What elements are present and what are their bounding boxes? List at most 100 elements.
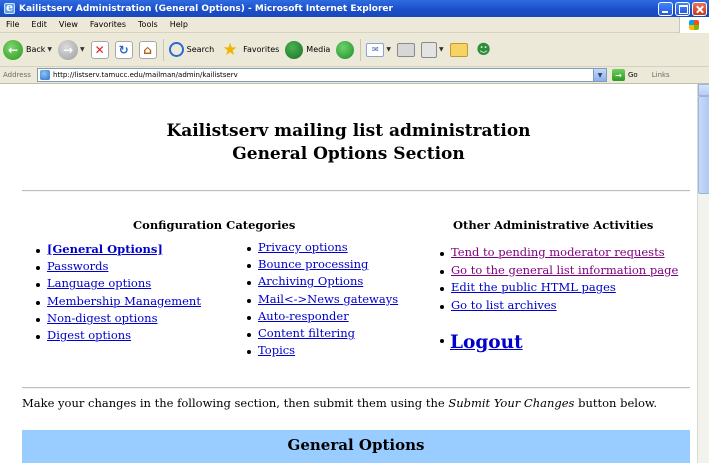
logout-link[interactable]: Logout <box>450 332 523 353</box>
stop-button[interactable]: ✕ <box>90 40 109 59</box>
link-auto-responder[interactable]: Auto-responder <box>258 309 349 323</box>
divider <box>22 190 690 192</box>
list-item: Go to list archives <box>437 297 678 315</box>
go-label: Go <box>628 71 638 79</box>
folder-button[interactable] <box>449 42 468 57</box>
address-input[interactable]: http://listserv.tamucc.edu/mailman/admin… <box>37 68 607 82</box>
menu-tools[interactable]: Tools <box>132 20 164 29</box>
list-item: Tend to pending moderator requests <box>437 244 678 262</box>
link-list-archives[interactable]: Go to list archives <box>451 298 557 312</box>
address-url[interactable]: http://listserv.tamucc.edu/mailman/admin… <box>53 71 593 79</box>
link-archiving-options[interactable]: Archiving Options <box>258 274 363 288</box>
standard-toolbar: ← Back ▼ → ▼ ✕ ↻ ⌂ Search ★ Favorites Me… <box>0 33 709 67</box>
list-item: Membership Management <box>33 293 201 310</box>
address-bar: Address http://listserv.tamucc.edu/mailm… <box>0 67 709 84</box>
refresh-button[interactable]: ↻ <box>114 40 133 59</box>
link-mail-news-gateways[interactable]: Mail<->News gateways <box>258 292 398 306</box>
list-item: Edit the public HTML pages <box>437 279 678 297</box>
menu-bar: File Edit View Favorites Tools Help <box>0 17 709 33</box>
messenger-button[interactable]: ☻ <box>474 40 494 60</box>
other-activities-list: Tend to pending moderator requests Go to… <box>437 244 678 314</box>
link-pending-moderator-requests[interactable]: Tend to pending moderator requests <box>451 245 665 259</box>
list-item: Digest options <box>33 327 201 344</box>
maximize-button[interactable] <box>675 1 690 16</box>
back-arrow-icon: ← <box>3 39 23 60</box>
page-icon <box>40 70 50 80</box>
config-categories-list-2: Privacy options Bounce processing Archiv… <box>244 239 398 359</box>
config-categories-list-1: [General Options] Passwords Language opt… <box>33 241 201 344</box>
link-content-filtering[interactable]: Content filtering <box>258 326 355 340</box>
menu-favorites[interactable]: Favorites <box>84 20 132 29</box>
address-dropdown-icon[interactable]: ▼ <box>593 69 606 81</box>
menu-view[interactable]: View <box>53 20 84 29</box>
go-arrow-icon: → <box>612 69 625 81</box>
links-button[interactable]: Links <box>652 71 670 79</box>
mail-icon: ✉ <box>366 42 385 57</box>
scroll-thumb[interactable] <box>698 96 709 194</box>
menu-help[interactable]: Help <box>164 20 194 29</box>
list-item: Content filtering <box>244 325 398 342</box>
mail-dropdown-icon[interactable]: ▼ <box>386 46 391 53</box>
toolbar-separator <box>360 38 362 61</box>
list-item: Bounce processing <box>244 256 398 273</box>
page-title-line1: Kailistserv mailing list administration <box>166 121 531 141</box>
vertical-scrollbar[interactable] <box>697 84 709 463</box>
edit-page-icon <box>420 41 437 58</box>
media-button[interactable]: Media <box>285 40 330 59</box>
internet-explorer-icon <box>4 1 15 14</box>
search-label: Search <box>186 45 215 54</box>
forward-dropdown-icon[interactable]: ▼ <box>80 46 85 53</box>
menu-edit[interactable]: Edit <box>25 20 53 29</box>
folder-icon <box>449 42 468 57</box>
history-button[interactable] <box>336 40 355 59</box>
edit-button[interactable]: ▼ <box>420 41 444 58</box>
minimize-button[interactable] <box>658 1 673 16</box>
link-digest-options[interactable]: Digest options <box>47 328 131 342</box>
section-heading: General Options <box>22 430 690 463</box>
media-icon <box>285 40 304 59</box>
link-general-options[interactable]: [General Options] <box>47 242 163 256</box>
link-topics[interactable]: Topics <box>258 343 295 357</box>
home-button[interactable]: ⌂ <box>138 40 157 59</box>
go-button[interactable]: → Go <box>612 69 638 81</box>
list-item: Privacy options <box>244 239 398 256</box>
window-title: Kailistserv Administration (General Opti… <box>19 3 393 14</box>
printer-icon <box>396 42 415 57</box>
link-privacy-options[interactable]: Privacy options <box>258 240 348 254</box>
link-bounce-processing[interactable]: Bounce processing <box>258 257 368 271</box>
list-item: Mail<->News gateways <box>244 291 398 308</box>
edit-dropdown-icon[interactable]: ▼ <box>439 46 444 53</box>
logout-item: Logout <box>437 332 523 353</box>
instructions-before: Make your changes in the following secti… <box>22 396 449 410</box>
refresh-icon: ↻ <box>114 40 133 59</box>
instructions-after: button below. <box>574 396 658 410</box>
link-language-options[interactable]: Language options <box>47 276 151 290</box>
favorites-star-icon: ★ <box>222 39 238 60</box>
close-button[interactable] <box>692 1 707 16</box>
list-item: Auto-responder <box>244 308 398 325</box>
link-passwords[interactable]: Passwords <box>47 259 108 273</box>
scroll-up-button[interactable] <box>698 84 709 96</box>
link-general-list-info[interactable]: Go to the general list information page <box>451 263 678 277</box>
back-dropdown-icon[interactable]: ▼ <box>47 46 52 53</box>
forward-arrow-icon: → <box>58 39 79 60</box>
configuration-categories-heading: Configuration Categories <box>133 218 296 232</box>
list-item: Language options <box>33 275 201 292</box>
list-item: Archiving Options <box>244 273 398 290</box>
history-icon <box>336 40 355 59</box>
link-edit-public-html[interactable]: Edit the public HTML pages <box>451 280 616 294</box>
menu-file[interactable]: File <box>0 20 25 29</box>
back-button[interactable]: ← Back ▼ <box>3 39 52 60</box>
favorites-button[interactable]: ★ Favorites <box>220 39 280 60</box>
print-button[interactable] <box>396 42 415 57</box>
forward-button[interactable]: → ▼ <box>58 39 85 60</box>
link-membership-management[interactable]: Membership Management <box>47 294 201 308</box>
mail-button[interactable]: ✉ ▼ <box>366 42 391 57</box>
instructions-emphasis: Submit Your Changes <box>448 396 575 410</box>
favorites-label: Favorites <box>243 45 280 54</box>
list-item: Go to the general list information page <box>437 262 678 280</box>
search-button[interactable]: Search <box>168 42 215 57</box>
link-non-digest-options[interactable]: Non-digest options <box>47 311 157 325</box>
instructions-text: Make your changes in the following secti… <box>22 396 697 410</box>
search-icon <box>168 42 184 57</box>
